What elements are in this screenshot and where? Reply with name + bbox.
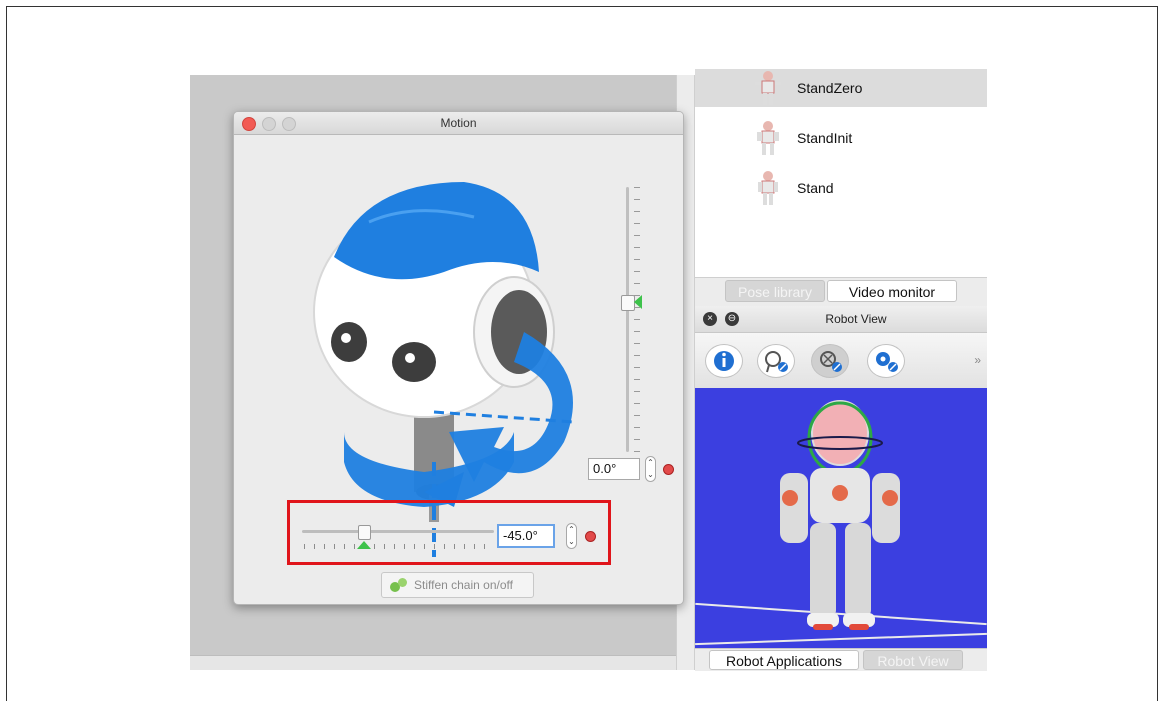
motion-window-title: Motion bbox=[440, 116, 477, 130]
robot-pose-icon bbox=[758, 171, 778, 205]
tab-pose-library[interactable]: Pose library bbox=[725, 280, 825, 302]
robot-3d-model bbox=[780, 400, 900, 630]
right-panel: StandZero StandInit Stand Pose library V… bbox=[694, 69, 987, 671]
bottom-tabs: Robot Applications Robot View bbox=[695, 648, 987, 671]
yaw-slider-thumb[interactable] bbox=[358, 525, 371, 540]
tab-video-monitor[interactable]: Video monitor bbox=[827, 280, 957, 302]
settings-button[interactable] bbox=[867, 344, 905, 378]
pitch-slider-marker-icon bbox=[634, 295, 642, 309]
pitch-reset-icon[interactable] bbox=[663, 464, 674, 475]
gear-icon bbox=[876, 352, 898, 372]
info-button[interactable] bbox=[705, 344, 743, 378]
chain-select-icon bbox=[765, 351, 788, 373]
stiffen-chain-label: Stiffen chain on/off bbox=[414, 578, 513, 592]
yaw-reset-icon[interactable] bbox=[585, 531, 596, 542]
pose-tabs: Pose library Video monitor bbox=[695, 277, 987, 304]
motion-window: Motion 0.0° ⌃ ⌄ -45.0° ⌃ ⌄ Stiffen chain… bbox=[233, 111, 684, 605]
info-icon bbox=[714, 351, 734, 371]
pitch-slider-track[interactable] bbox=[626, 187, 629, 452]
pitch-value-field[interactable]: 0.0° bbox=[588, 458, 640, 480]
pitch-stepper[interactable]: ⌃ ⌄ bbox=[645, 456, 656, 482]
pose-item-stand[interactable]: Stand bbox=[695, 169, 987, 207]
pose-list: StandZero StandInit Stand bbox=[695, 69, 987, 280]
robot-pose-icon bbox=[757, 121, 779, 155]
yaw-value-field[interactable]: -45.0° bbox=[497, 524, 555, 548]
robot-pose-icon bbox=[755, 71, 781, 105]
yaw-slider-track[interactable] bbox=[302, 530, 494, 533]
pitch-slider-ticks bbox=[634, 187, 640, 452]
robot-3d-viewport[interactable] bbox=[695, 388, 987, 648]
robot-view-title: Robot View bbox=[825, 312, 887, 326]
stiffen-gears-icon bbox=[390, 578, 408, 592]
pitch-slider-thumb[interactable] bbox=[621, 295, 635, 311]
joint-select-icon bbox=[820, 351, 842, 372]
toolbar-overflow-icon[interactable]: » bbox=[974, 353, 981, 367]
yaw-stepper[interactable]: ⌃ ⌄ bbox=[566, 523, 577, 549]
pose-item-standinit[interactable]: StandInit bbox=[695, 119, 987, 157]
pitch-slider[interactable] bbox=[621, 187, 646, 452]
pose-label: StandInit bbox=[797, 130, 853, 146]
motion-titlebar[interactable]: Motion bbox=[234, 112, 683, 135]
tab-robot-view[interactable]: Robot View bbox=[863, 650, 963, 670]
pose-item-standzero[interactable]: StandZero bbox=[695, 69, 987, 107]
robot-view-toolbar: » bbox=[695, 333, 987, 389]
pose-label: Stand bbox=[797, 180, 834, 196]
chain-select-button[interactable] bbox=[757, 344, 795, 378]
joint-select-button[interactable] bbox=[811, 344, 849, 378]
tab-robot-applications[interactable]: Robot Applications bbox=[709, 650, 859, 670]
yaw-slider-marker-icon bbox=[357, 541, 371, 549]
robot-view-header: × ⊖ Robot View bbox=[695, 306, 987, 333]
pose-label: StandZero bbox=[797, 80, 863, 96]
stiffen-chain-button[interactable]: Stiffen chain on/off bbox=[381, 572, 534, 598]
yaw-slider-ticks bbox=[304, 544, 494, 549]
workspace-scrollbar[interactable] bbox=[190, 655, 695, 670]
